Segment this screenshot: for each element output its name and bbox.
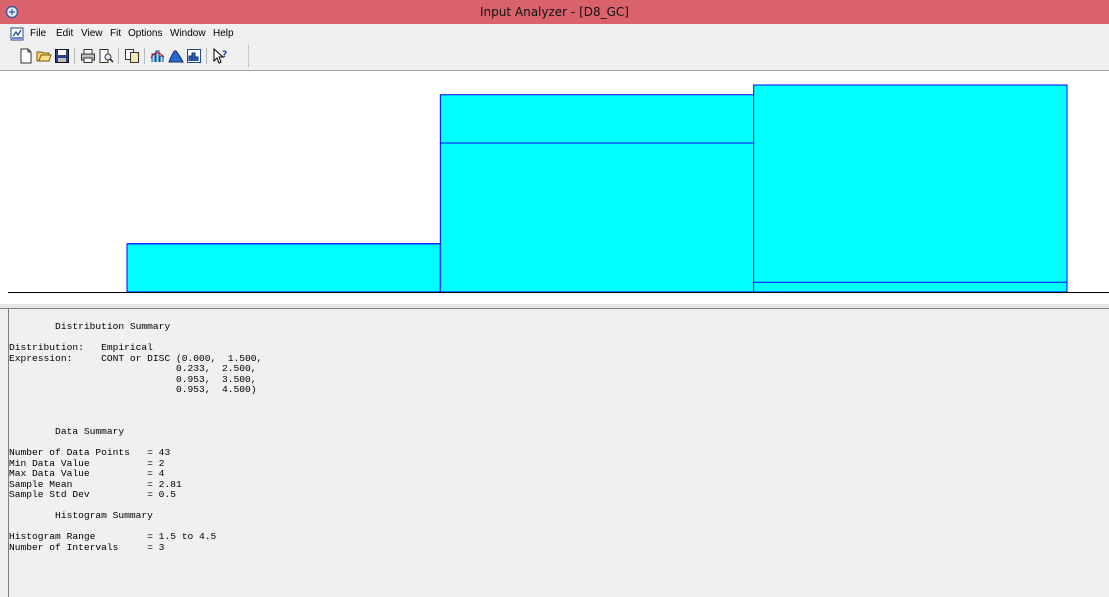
report-line: 0.953, 4.500)	[9, 384, 257, 395]
copy-icon[interactable]	[124, 48, 140, 64]
window-title: Input Analyzer - [D8_GC]	[480, 5, 629, 19]
new-icon[interactable]	[18, 48, 34, 64]
report-line: Number of Data Points = 43	[9, 447, 171, 458]
toolbar: ?	[0, 44, 1109, 70]
histogram-chart	[8, 84, 1109, 293]
toolbar-separator	[118, 48, 119, 64]
report-line: Number of Intervals = 3	[9, 541, 165, 553]
context-help-icon[interactable]: ?	[212, 48, 228, 64]
report-line: Distribution Summary	[9, 321, 171, 332]
toolbar-separator	[144, 48, 145, 64]
document-icon[interactable]	[10, 27, 24, 41]
menu-help[interactable]: Help	[213, 28, 234, 39]
save-icon[interactable]	[54, 48, 70, 64]
menu-fit[interactable]: Fit	[110, 28, 121, 39]
report-line: Sample Std Dev = 0.5	[9, 489, 176, 500]
histogram-pane	[0, 70, 1109, 305]
report-line: Histogram Range = 1.5 to 4.5	[9, 531, 217, 542]
menu-edit[interactable]: Edit	[56, 28, 73, 39]
menu-file[interactable]: File	[30, 28, 46, 39]
fitted-bar-3	[753, 84, 1068, 293]
fit-icon[interactable]	[150, 48, 166, 64]
report-line: Histogram Summary	[9, 510, 153, 521]
menu-bar: File Edit View Fit Options Window Help	[0, 24, 1109, 44]
toolbar-separator	[206, 48, 207, 64]
fitted-bar-1	[126, 243, 441, 293]
menu-window[interactable]: Window	[170, 28, 206, 39]
report-line: 0.233, 2.500,	[9, 363, 257, 374]
toolbar-panel: ?	[14, 45, 249, 67]
report-line: Max Data Value = 4	[9, 468, 165, 479]
print-preview-icon[interactable]	[98, 48, 114, 64]
open-icon[interactable]	[36, 48, 52, 64]
menu-view[interactable]: View	[81, 28, 103, 39]
fitted-bar-2	[439, 94, 755, 293]
title-bar: Input Analyzer - [D8_GC]	[0, 0, 1109, 24]
report-line: Distribution: Empirical	[9, 342, 153, 353]
distribution-icon[interactable]	[168, 48, 184, 64]
menu-options[interactable]: Options	[128, 28, 162, 39]
report-line	[9, 396, 262, 407]
svg-text:?: ?	[222, 50, 227, 60]
report-line: Data Summary	[9, 426, 125, 437]
report-text: Distribution Summary Distribution: Empiri…	[9, 321, 262, 553]
print-icon[interactable]	[80, 48, 96, 64]
report-line	[9, 406, 262, 417]
histogram-icon[interactable]	[186, 48, 202, 64]
report-pane: Distribution Summary Distribution: Empiri…	[8, 309, 1109, 597]
toolbar-separator	[74, 48, 75, 64]
